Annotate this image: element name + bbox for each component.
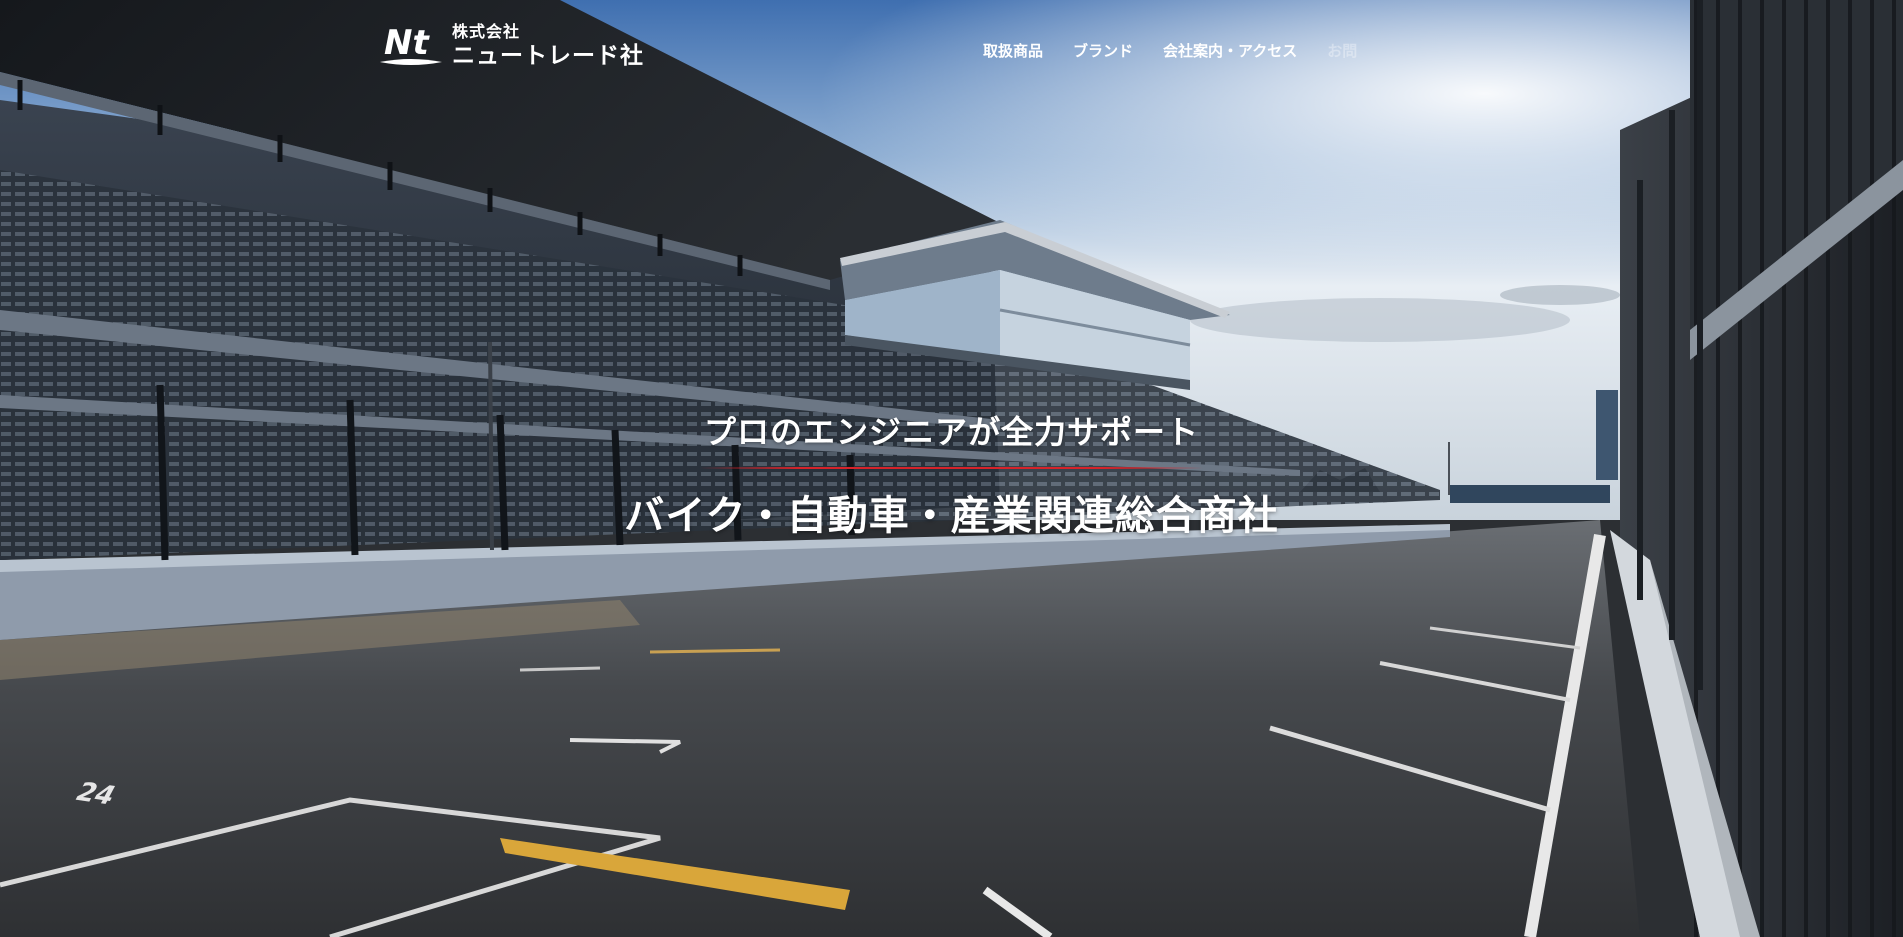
logo-company-name: ニュートレード社 bbox=[452, 42, 644, 69]
svg-text:Nt: Nt bbox=[384, 23, 430, 63]
logo-company-type: 株式会社 bbox=[452, 22, 521, 42]
hero-tagline: プロのエンジニアが全力サポート bbox=[703, 413, 1199, 451]
site-header: Nt 株式会社 ニュートレード社 取扱商品 ブランド 会社案内・アクセス お問 bbox=[0, 0, 1903, 100]
nav-item-products[interactable]: 取扱商品 bbox=[983, 40, 1043, 61]
nt-logo-icon: Nt bbox=[380, 23, 442, 65]
nav-item-contact[interactable]: お問 bbox=[1327, 40, 1357, 61]
hero-divider bbox=[700, 467, 1203, 469]
hero-section: 24 Nt 株式会社 ニュートレード社 取扱商品 ブランド 会社案内・アクセス … bbox=[0, 0, 1903, 937]
nav-item-brands[interactable]: ブランド bbox=[1073, 40, 1133, 61]
hero-headline: バイク・自動車・産業関連総合商社 bbox=[624, 493, 1279, 539]
nav-item-company-access[interactable]: 会社案内・アクセス bbox=[1163, 40, 1297, 61]
main-navigation: 取扱商品 ブランド 会社案内・アクセス お問 bbox=[983, 40, 1387, 61]
site-logo-link[interactable]: Nt 株式会社 ニュートレード社 bbox=[378, 22, 644, 70]
